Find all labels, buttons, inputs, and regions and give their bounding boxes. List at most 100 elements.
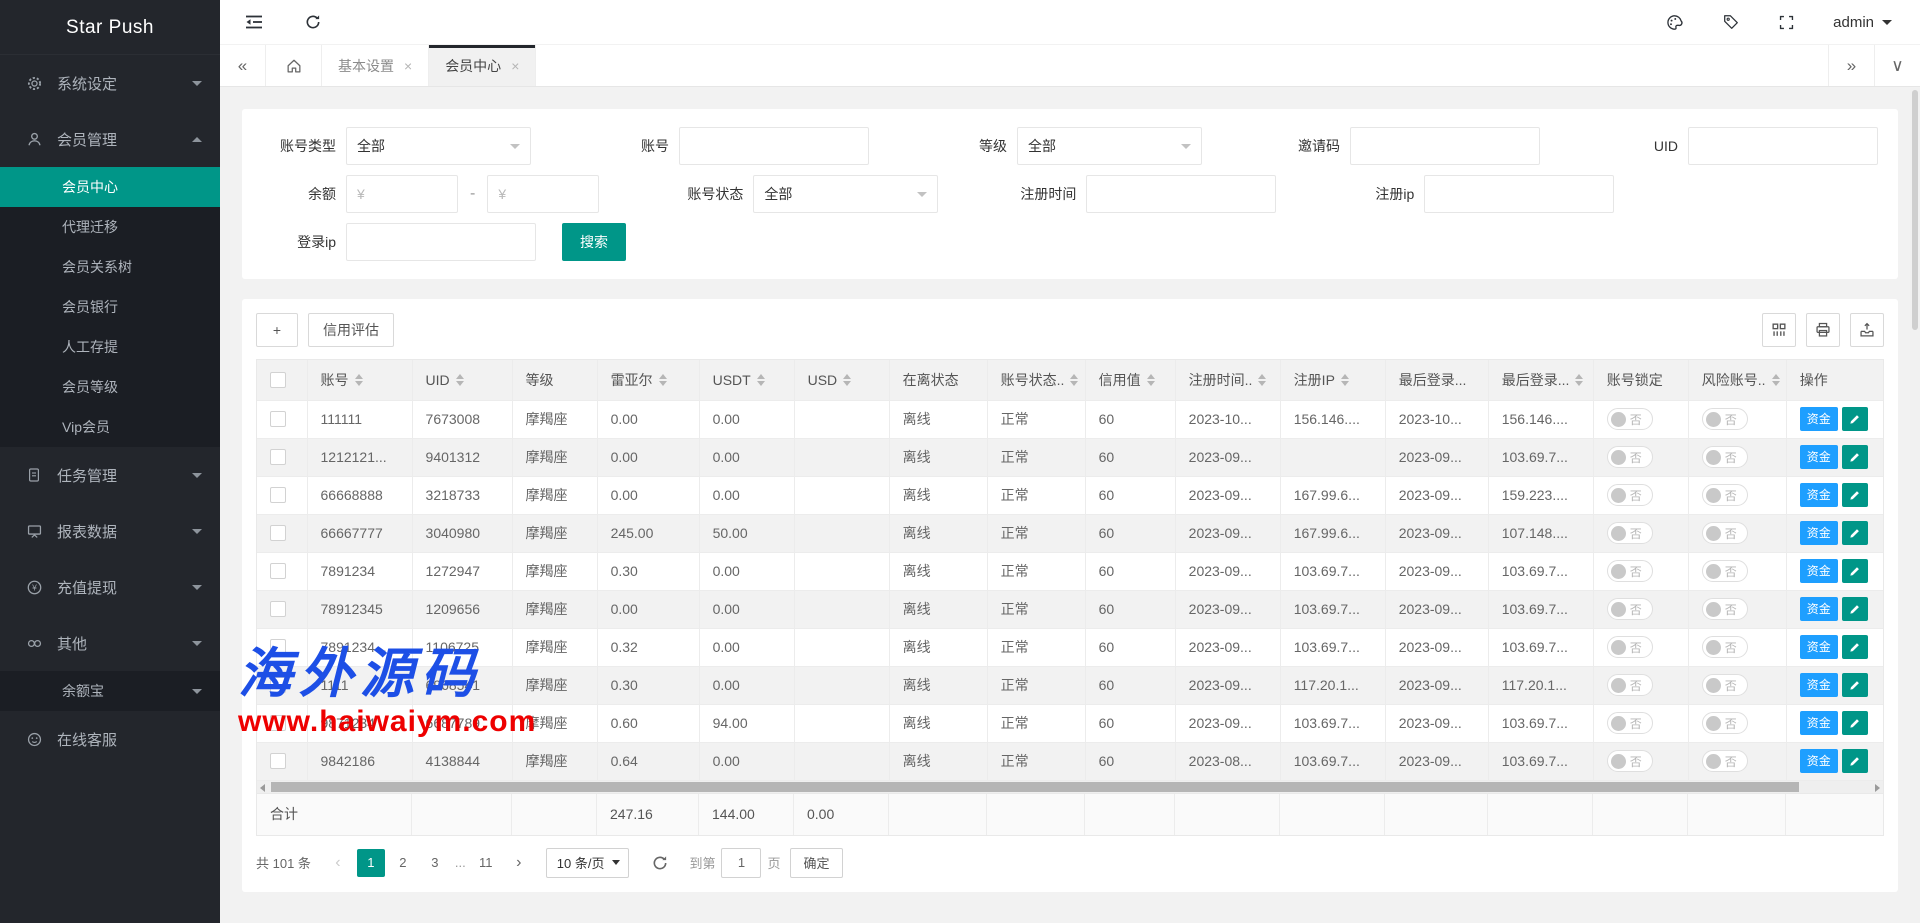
goto-page-input[interactable]	[721, 848, 761, 878]
sidebar-item-task-management[interactable]: 任务管理	[0, 447, 220, 503]
edit-button[interactable]	[1842, 483, 1868, 507]
edit-button[interactable]	[1842, 521, 1868, 545]
sidebar-item-member-tree[interactable]: 会员关系树	[0, 247, 220, 287]
account_lock-toggle[interactable]: 否	[1607, 560, 1653, 582]
vertical-scrollbar-thumb[interactable]	[1912, 90, 1918, 330]
page-button-2[interactable]: 2	[389, 849, 417, 877]
select-all-checkbox[interactable]	[270, 372, 286, 388]
risk_account-toggle[interactable]: 否	[1702, 598, 1748, 620]
account-status-select[interactable]: 全部	[753, 175, 938, 213]
goto-confirm-button[interactable]: 确定	[790, 848, 842, 878]
sidebar-item-vip-member[interactable]: Vip会员	[0, 407, 220, 447]
row-checkbox[interactable]	[270, 677, 286, 693]
sort-icon[interactable]	[456, 374, 464, 386]
sort-icon[interactable]	[1147, 374, 1155, 386]
home-tab[interactable]	[266, 45, 322, 86]
column-header-uid[interactable]: UID	[412, 360, 512, 400]
fund-button[interactable]: 资金	[1800, 407, 1838, 431]
next-page-button[interactable]: ›	[506, 849, 532, 877]
search-button[interactable]: 搜索	[562, 223, 626, 261]
edit-button[interactable]	[1842, 559, 1868, 583]
risk_account-toggle[interactable]: 否	[1702, 408, 1748, 430]
edit-button[interactable]	[1842, 673, 1868, 697]
column-header-last_login_ip[interactable]: 最后登录...	[1488, 360, 1593, 400]
sort-icon[interactable]	[757, 374, 765, 386]
tabs-scroll-left-button[interactable]: «	[220, 45, 266, 86]
risk_account-toggle[interactable]: 否	[1702, 750, 1748, 772]
row-checkbox[interactable]	[270, 601, 286, 617]
account_lock-toggle[interactable]: 否	[1607, 712, 1653, 734]
account-type-select[interactable]: 全部	[346, 127, 531, 165]
account_lock-toggle[interactable]: 否	[1607, 446, 1653, 468]
sidebar-item-member-management[interactable]: 会员管理	[0, 111, 220, 167]
page-button-1[interactable]: 1	[357, 849, 385, 877]
close-icon[interactable]: ×	[404, 58, 412, 74]
sidebar-item-member-center[interactable]: 会员中心	[0, 167, 220, 207]
scrollbar-thumb[interactable]	[271, 782, 1799, 792]
row-checkbox[interactable]	[270, 753, 286, 769]
account_lock-toggle[interactable]: 否	[1607, 674, 1653, 696]
account_lock-toggle[interactable]: 否	[1607, 750, 1653, 772]
sidebar-item-yuebao[interactable]: 余额宝	[0, 671, 220, 711]
row-checkbox[interactable]	[270, 715, 286, 731]
risk_account-toggle[interactable]: 否	[1702, 560, 1748, 582]
fund-button[interactable]: 资金	[1800, 445, 1838, 469]
edit-button[interactable]	[1842, 445, 1868, 469]
fund-button[interactable]: 资金	[1800, 483, 1838, 507]
export-button[interactable]	[1850, 313, 1884, 347]
sidebar-item-manual-deposit[interactable]: 人工存提	[0, 327, 220, 367]
risk_account-toggle[interactable]: 否	[1702, 446, 1748, 468]
account_lock-toggle[interactable]: 否	[1607, 484, 1653, 506]
column-header-cb[interactable]	[257, 360, 307, 400]
sidebar-item-report-data[interactable]: 报表数据	[0, 503, 220, 559]
balance-min-input[interactable]	[346, 175, 458, 213]
palette-icon[interactable]	[1665, 13, 1684, 32]
account-input[interactable]	[679, 127, 869, 165]
sort-icon[interactable]	[1070, 374, 1078, 386]
row-checkbox[interactable]	[270, 525, 286, 541]
reg-time-input[interactable]	[1086, 175, 1276, 213]
page-size-select[interactable]: 10 条/页	[546, 848, 630, 878]
tag-icon[interactable]	[1722, 13, 1740, 31]
row-checkbox[interactable]	[270, 449, 286, 465]
credit-evaluate-button[interactable]: 信用评估	[308, 313, 394, 347]
sidebar-item-recharge-withdraw[interactable]: ¥充值提现	[0, 559, 220, 615]
row-checkbox[interactable]	[270, 487, 286, 503]
edit-button[interactable]	[1842, 749, 1868, 773]
filter-columns-button[interactable]	[1762, 313, 1796, 347]
column-header-reg_time[interactable]: 注册时间..	[1175, 360, 1280, 400]
edit-button[interactable]	[1842, 597, 1868, 621]
sort-icon[interactable]	[1772, 374, 1780, 386]
column-header-usd[interactable]: USD	[794, 360, 889, 400]
account_lock-toggle[interactable]: 否	[1607, 636, 1653, 658]
fund-button[interactable]: 资金	[1800, 673, 1838, 697]
fund-button[interactable]: 资金	[1800, 749, 1838, 773]
sidebar-item-member-bank[interactable]: 会员银行	[0, 287, 220, 327]
sort-icon[interactable]	[1575, 374, 1583, 386]
edit-button[interactable]	[1842, 407, 1868, 431]
row-checkbox[interactable]	[270, 639, 286, 655]
admin-menu[interactable]: admin	[1833, 14, 1892, 31]
reg-ip-input[interactable]	[1424, 175, 1614, 213]
risk_account-toggle[interactable]: 否	[1702, 674, 1748, 696]
scroll-left-arrow-icon[interactable]	[260, 784, 265, 792]
uid-input[interactable]	[1688, 127, 1878, 165]
risk_account-toggle[interactable]: 否	[1702, 712, 1748, 734]
add-button[interactable]: +	[256, 313, 298, 347]
column-header-real[interactable]: 雷亚尔	[597, 360, 699, 400]
tab-basic-settings[interactable]: 基本设置 ×	[322, 45, 429, 86]
scroll-right-arrow-icon[interactable]	[1875, 784, 1880, 792]
risk_account-toggle[interactable]: 否	[1702, 484, 1748, 506]
refresh-icon[interactable]	[651, 854, 669, 872]
level-select[interactable]: 全部	[1017, 127, 1202, 165]
vertical-scrollbar[interactable]	[1910, 88, 1920, 923]
refresh-icon[interactable]	[304, 13, 322, 31]
fund-button[interactable]: 资金	[1800, 559, 1838, 583]
sidebar-item-online-service[interactable]: 在线客服	[0, 711, 220, 767]
fund-button[interactable]: 资金	[1800, 635, 1838, 659]
page-button-3[interactable]: 3	[421, 849, 449, 877]
column-header-reg_ip[interactable]: 注册IP	[1280, 360, 1385, 400]
sidebar-item-agent-migration[interactable]: 代理迁移	[0, 207, 220, 247]
fund-button[interactable]: 资金	[1800, 597, 1838, 621]
row-checkbox[interactable]	[270, 411, 286, 427]
